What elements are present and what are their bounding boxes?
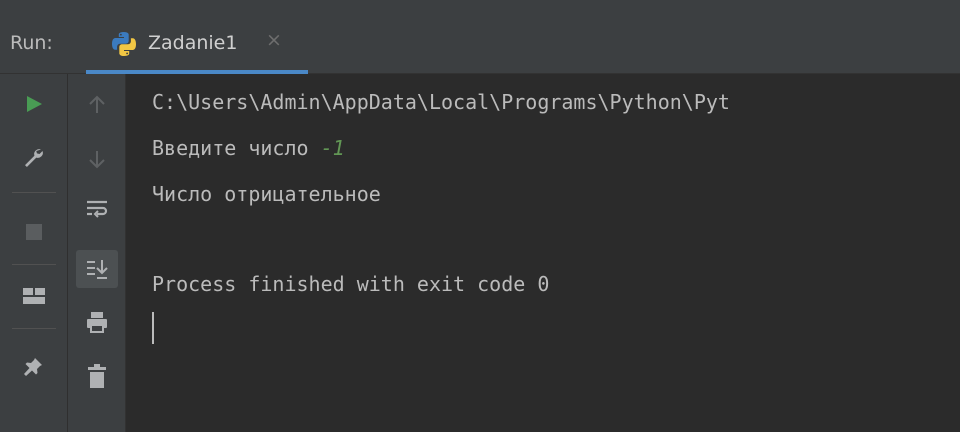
- run-tool-window: Run: Zadanie1 × C:\Users\Admin\AppData\L…: [0, 0, 960, 432]
- soft-wrap-icon[interactable]: [85, 198, 109, 220]
- scroll-to-end-icon: [87, 260, 108, 279]
- print-icon[interactable]: [85, 310, 109, 334]
- arrow-up-icon[interactable]: [86, 94, 108, 116]
- close-icon[interactable]: ×: [266, 31, 282, 50]
- rerun-icon[interactable]: [24, 94, 44, 114]
- console-line-result: Число отрицательное: [152, 182, 381, 206]
- arrow-down-icon[interactable]: [86, 148, 108, 170]
- layout-icon[interactable]: [22, 286, 46, 306]
- console-output[interactable]: C:\Users\Admin\AppData\Local\Programs\Py…: [126, 74, 960, 432]
- top-strip: [0, 0, 960, 12]
- left-toolbar: [0, 74, 68, 432]
- run-label: Run:: [10, 32, 53, 54]
- user-input-value: -1: [320, 136, 345, 160]
- text-caret: [152, 312, 154, 344]
- wrench-icon[interactable]: [22, 146, 44, 168]
- prompt-text: Введите число: [152, 136, 321, 160]
- console-line-exit: Process finished with exit code 0: [152, 272, 550, 296]
- right-toolbar: [68, 74, 126, 432]
- console-line-prompt: Введите число -1: [152, 136, 345, 160]
- python-icon: [112, 32, 136, 56]
- console-line-path: C:\Users\Admin\AppData\Local\Programs\Py…: [152, 90, 730, 114]
- separator: [12, 192, 56, 193]
- separator: [12, 328, 56, 329]
- stop-icon[interactable]: [24, 222, 44, 242]
- trash-icon[interactable]: [86, 364, 108, 390]
- tab-title: Zadanie1: [148, 32, 238, 54]
- scroll-to-end-button[interactable]: [76, 250, 118, 288]
- pin-icon[interactable]: [22, 356, 44, 378]
- tab-zadanie1[interactable]: Zadanie1 ×: [86, 12, 308, 74]
- run-header: Run: Zadanie1 ×: [0, 12, 960, 74]
- separator: [12, 264, 56, 265]
